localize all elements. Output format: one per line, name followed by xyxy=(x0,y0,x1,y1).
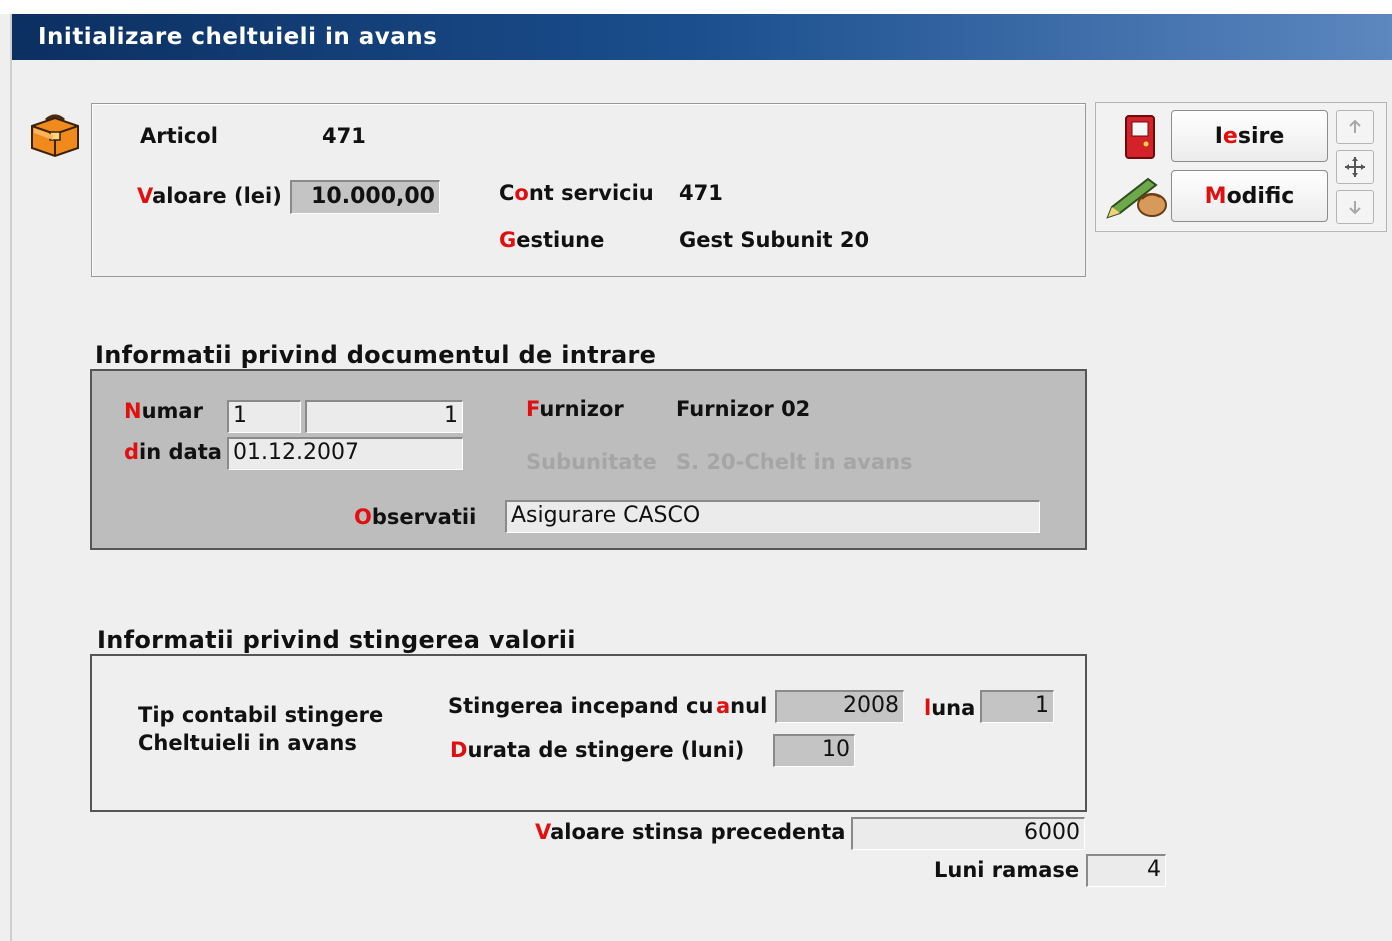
numar-label: Numar xyxy=(124,399,203,423)
luni-ramase-label: Luni ramase xyxy=(934,858,1080,882)
anul-label: anul xyxy=(716,694,767,718)
observatii-label: Observatii xyxy=(354,505,476,529)
cont-serviciu-label: Cont serviciu xyxy=(499,181,654,205)
furnizor-label-text: urnizor xyxy=(539,397,624,421)
tip-contabil-line1: Tip contabil stingere xyxy=(138,703,384,727)
modific-hotkey: M xyxy=(1204,183,1227,209)
observatii-field[interactable]: Asigurare CASCO xyxy=(505,500,1040,533)
arrow-down-icon[interactable] xyxy=(1336,190,1374,224)
anul-field[interactable]: 2008 xyxy=(775,690,904,723)
window-left-border xyxy=(10,14,12,941)
observatii-hotkey: O xyxy=(354,505,372,529)
subunitate-value: S. 20-Chelt in avans xyxy=(676,450,913,474)
luna-field[interactable]: 1 xyxy=(980,690,1054,723)
valoare-stinsa-label: Valoare stinsa precedenta xyxy=(535,820,845,844)
valoare-stinsa-field[interactable]: 6000 xyxy=(851,817,1085,850)
gestiune-hotkey: G xyxy=(499,228,517,252)
cont-serviciu-value: 471 xyxy=(679,181,723,205)
din-data-label: din data xyxy=(124,440,222,464)
arrow-up-icon[interactable] xyxy=(1336,110,1374,144)
stingerea-incepand-label: Stingerea incepand cu xyxy=(448,694,714,718)
edit-pen-icon xyxy=(1104,173,1170,221)
window-title: Initializare cheltuieli in avans xyxy=(38,24,438,50)
cont-label-text: nt serviciu xyxy=(528,181,654,205)
furnizor-hotkey: F xyxy=(526,397,540,421)
luna-label-text: una xyxy=(931,696,976,720)
valoare-hotkey: V xyxy=(137,184,153,208)
valoare-stinsa-hotkey: V xyxy=(535,820,551,844)
articol-value: 471 xyxy=(322,124,366,148)
luna-label: luna xyxy=(924,696,975,720)
observatii-label-text: bservatii xyxy=(371,505,477,529)
numar-hotkey: N xyxy=(124,399,142,423)
valoare-field[interactable]: 10.000,00 xyxy=(290,180,440,214)
furnizor-value: Furnizor 02 xyxy=(676,397,811,421)
cont-label-pre: C xyxy=(499,181,515,205)
gestiune-label: Gestiune xyxy=(499,228,604,252)
outer-frame xyxy=(0,0,1392,14)
iesire-label-text: sire xyxy=(1237,123,1285,149)
numar-label-text: umar xyxy=(141,399,203,423)
doc-section-title: Informatii privind documentul de intrare xyxy=(95,341,657,369)
luni-ramase-field[interactable]: 4 xyxy=(1086,854,1166,887)
din-data-label-text: in data xyxy=(139,440,222,464)
anul-hotkey: a xyxy=(716,694,731,718)
durata-hotkey: D xyxy=(450,738,468,762)
stingere-section-title: Informatii privind stingerea valorii xyxy=(97,626,576,654)
subunitate-label: Subunitate xyxy=(526,450,657,474)
durata-label-text: urata de stingere (luni) xyxy=(467,738,745,762)
modific-label-text: odific xyxy=(1226,183,1295,209)
articol-label: Articol xyxy=(140,124,218,148)
furnizor-label: Furnizor xyxy=(526,397,624,421)
valoare-label: Valoare (lei) xyxy=(137,184,282,208)
numar-number-field[interactable]: 1 xyxy=(305,400,463,433)
durata-field[interactable]: 10 xyxy=(773,734,855,767)
tip-contabil-line2: Cheltuieli in avans xyxy=(138,731,357,755)
anul-label-text: nul xyxy=(730,694,768,718)
cont-hotkey: o xyxy=(514,181,529,205)
gestiune-value: Gest Subunit 20 xyxy=(679,228,870,252)
modific-button[interactable]: Modific xyxy=(1171,170,1328,222)
din-data-hotkey: d xyxy=(124,440,140,464)
durata-label: Durata de stingere (luni) xyxy=(450,738,744,762)
iesire-button[interactable]: Ie sire xyxy=(1171,110,1328,162)
din-data-field[interactable]: 01.12.2007 xyxy=(227,437,463,470)
move-icon[interactable] xyxy=(1336,150,1374,184)
exit-door-icon xyxy=(1124,114,1156,160)
valoare-label-text: aloare (lei) xyxy=(152,184,282,208)
iesire-label-pre: I xyxy=(1214,123,1223,149)
window-title-bar: Initializare cheltuieli in avans xyxy=(12,14,1392,60)
iesire-hotkey: e xyxy=(1222,123,1238,149)
numar-series-field[interactable]: 1 xyxy=(227,400,301,433)
briefcase-icon xyxy=(28,110,82,160)
gestiune-label-text: estiune xyxy=(516,228,605,252)
valoare-stinsa-label-text: aloare stinsa precedenta xyxy=(550,820,846,844)
